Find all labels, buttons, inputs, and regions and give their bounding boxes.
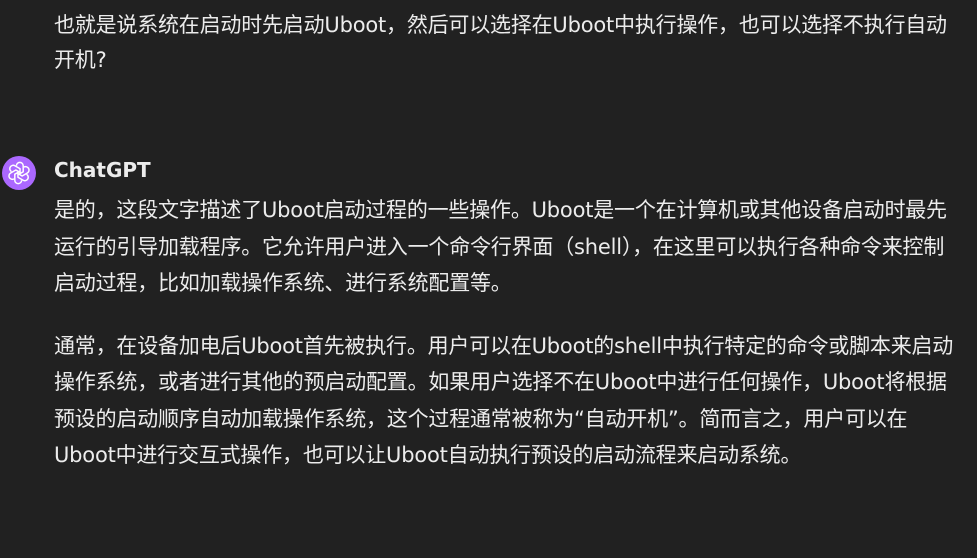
- assistant-avatar: [2, 156, 36, 190]
- reply-paragraph: 通常，在设备加电后Uboot首先被执行。用户可以在Uboot的shell中执行特…: [54, 333, 954, 468]
- openai-logo-icon: [8, 161, 30, 185]
- assistant-reply: 是的，这段文字描述了Uboot启动过程的一些操作。Uboot是一个在计算机或其他…: [54, 192, 954, 474]
- reply-paragraph: 是的，这段文字描述了Uboot启动过程的一些操作。Uboot是一个在计算机或其他…: [54, 198, 947, 295]
- user-message: 也就是说系统在启动时先启动Uboot，然后可以选择在Uboot中执行操作，也可以…: [54, 8, 954, 78]
- assistant-name: ChatGPT: [54, 158, 151, 182]
- user-message-text: 也就是说系统在启动时先启动Uboot，然后可以选择在Uboot中执行操作，也可以…: [54, 13, 947, 72]
